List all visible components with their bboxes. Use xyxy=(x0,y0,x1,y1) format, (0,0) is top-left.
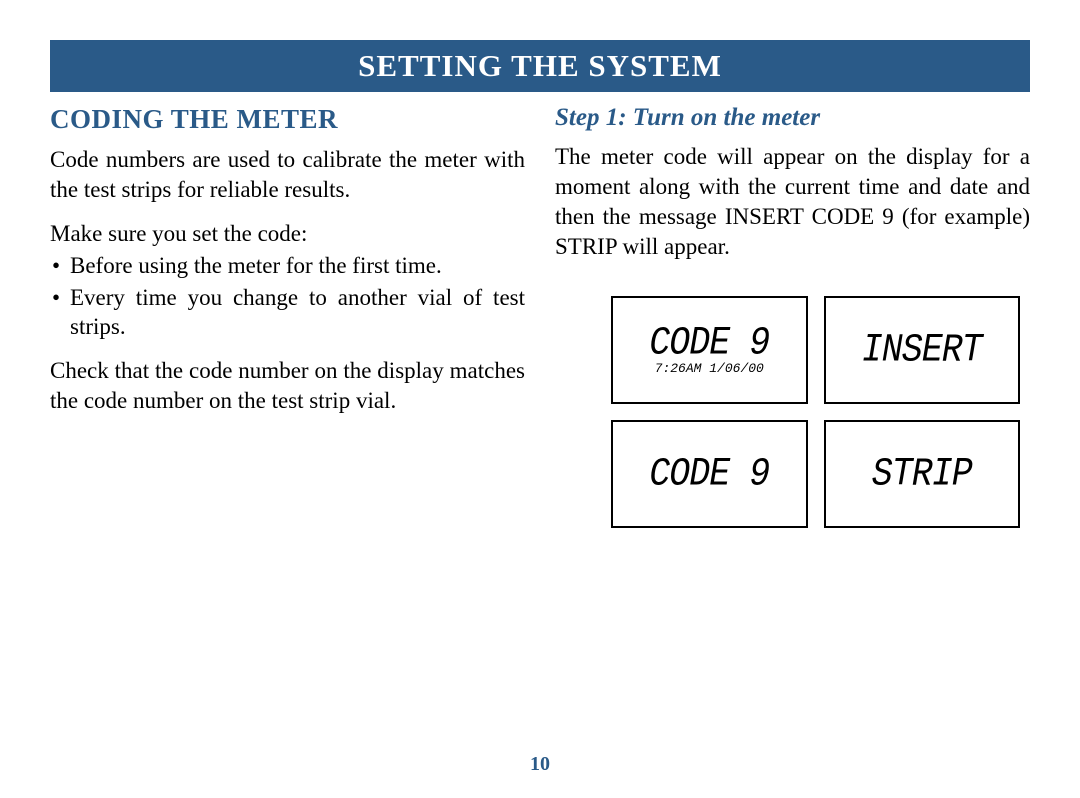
lcd-main-text: CODE 9 xyxy=(649,320,769,366)
subsection-heading: CODING THE METER xyxy=(50,104,525,135)
intro-paragraph: Code numbers are used to calibrate the m… xyxy=(50,145,525,205)
right-column: Step 1: Turn on the meter The meter code… xyxy=(555,104,1030,528)
step-body: The meter code will appear on the displa… xyxy=(555,142,1030,262)
content-wrapper: CODING THE METER Code numbers are used t… xyxy=(50,104,1030,528)
lcd-screen: STRIP xyxy=(824,420,1021,528)
lcd-main-text: STRIP xyxy=(872,451,972,497)
left-column: CODING THE METER Code numbers are used t… xyxy=(50,104,525,528)
list-item: Every time you change to another vial of… xyxy=(50,283,525,343)
step-heading: Step 1: Turn on the meter xyxy=(555,104,1030,132)
lcd-screen: CODE 9 xyxy=(611,420,808,528)
lcd-main-text: INSERT xyxy=(862,327,982,373)
lcd-screen: INSERT xyxy=(824,296,1021,404)
instruction-lead: Make sure you set the code: xyxy=(50,219,525,249)
lcd-main-text: CODE 9 xyxy=(649,451,769,497)
bullet-list: Before using the meter for the first tim… xyxy=(50,251,525,343)
page-number: 10 xyxy=(530,753,550,776)
list-item: Before using the meter for the first tim… xyxy=(50,251,525,281)
lcd-screen: CODE 9 7:26AM 1/06/00 xyxy=(611,296,808,404)
check-note: Check that the code number on the displa… xyxy=(50,356,525,416)
lcd-grid: CODE 9 7:26AM 1/06/00 INSERT CODE 9 STRI… xyxy=(555,276,1030,528)
section-header: SETTING THE SYSTEM xyxy=(50,40,1030,92)
